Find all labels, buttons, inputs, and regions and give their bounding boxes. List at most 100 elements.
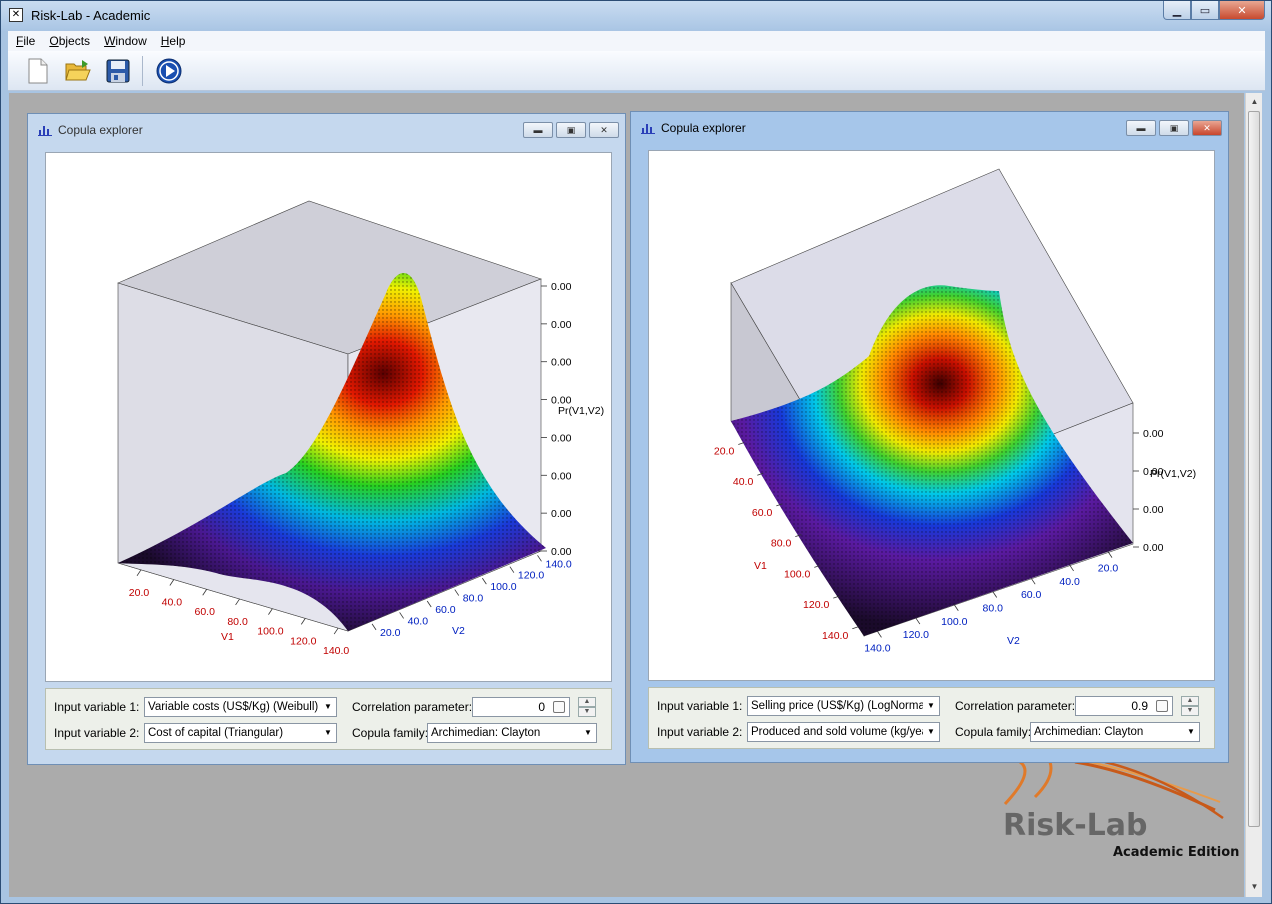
axis-tick [268,608,273,615]
surface-3d-chart[interactable]: 0.000.000.000.00Pr(V1,V2)20.040.060.080.… [649,151,1215,681]
spin-down-icon: ▼ [578,707,596,717]
minimize-icon[interactable]: ▬ [1126,120,1156,136]
correlation-parameter-label: Correlation parameter: [955,699,1076,713]
input-variable-1-label: Input variable 1: [657,699,743,713]
logo-edition: Academic Edition [1113,845,1240,860]
menu-help[interactable]: Help [161,34,186,48]
axis-tick [1030,577,1036,585]
chevron-down-icon: ▼ [320,724,336,742]
copula-family-select[interactable]: Archimedian: Clayton ▼ [1030,722,1200,742]
axis-tick [300,618,306,625]
checkbox-icon [553,701,565,713]
restore-icon[interactable]: ▣ [1159,120,1189,136]
z-tick-label: 0.00 [1143,504,1164,516]
vertical-scrollbar[interactable]: ▲ ▼ [1245,93,1262,897]
axis-tick [992,591,998,598]
input-variable-2-select[interactable]: Cost of capital (Triangular) ▼ [144,723,337,743]
axis-tick [202,589,208,596]
minimize-icon[interactable]: ▬ [523,122,553,138]
axis-tick [537,555,542,562]
open-folder-icon[interactable] [62,55,94,87]
x-tick-label: 20.0 [129,587,150,599]
maximize-button[interactable]: ▭ [1191,1,1219,20]
x-tick-label: 100.0 [257,626,283,638]
correlation-parameter-input[interactable]: 0.9 [1075,696,1173,716]
y-tick-label: 140.0 [864,642,890,654]
x-axis-label: V1 [754,560,767,572]
window-title: Copula explorer [661,121,746,135]
window-title: Copula explorer [58,123,143,137]
save-disk-icon[interactable] [102,55,134,87]
axis-tick [738,442,745,445]
z-tick-label: 0.00 [551,546,572,558]
x-tick-label: 120.0 [803,599,829,611]
input-variable-1-select[interactable]: Selling price (US$/Kg) (LogNormal) ▼ [747,696,940,716]
x-axis-label: V1 [221,631,234,643]
y-tick-label: 100.0 [490,581,516,593]
scroll-thumb[interactable] [1248,111,1260,827]
axis-tick [454,589,460,596]
y-tick-label: 40.0 [408,615,429,627]
axis-tick [1069,564,1074,572]
close-button[interactable]: ✕ [1219,1,1265,20]
spin-down-icon: ▼ [1181,706,1199,716]
correlation-spinner[interactable]: ▲ ▼ [1181,696,1199,716]
play-run-icon[interactable] [153,55,185,87]
menu-objects[interactable]: Objects [49,34,90,48]
y-tick-label: 120.0 [518,570,544,582]
logo-name: Risk-Lab [1003,808,1148,843]
x-tick-label: 20.0 [714,446,735,458]
window-title: Risk-Lab - Academic [31,8,151,23]
axis-tick [371,623,377,631]
correlation-parameter-input[interactable]: 0 [472,697,570,717]
x-tick-label: 60.0 [752,507,773,519]
new-document-icon[interactable] [22,55,54,87]
close-icon[interactable]: ✕ [1192,120,1222,136]
copula-family-select[interactable]: Archimedian: Clayton ▼ [427,723,597,743]
close-icon[interactable]: ✕ [589,122,619,138]
axis-tick [953,604,959,612]
y-tick-label: 60.0 [435,604,456,616]
menu-file[interactable]: File [16,34,35,48]
input-variable-2-label: Input variable 2: [657,725,743,739]
chevron-down-icon: ▼ [320,698,336,716]
y-tick-label: 120.0 [903,629,929,641]
y-tick-label: 20.0 [1098,563,1119,575]
copula-explorer-window-1: Copula explorer ▬ ▣ ✕ 0.00 0.00 0.00 0.0… [27,113,626,765]
toolbar-separator [142,55,143,86]
chevron-down-icon: ▼ [1183,723,1199,741]
axis-tick [852,626,859,630]
copula-family-label: Copula family: [352,726,429,740]
z-tick-label: 0.00 [551,281,572,293]
surface-plot[interactable]: 0.00 0.00 0.00 0.00 0.00 0.00 0.00 0.00 Pr(V1,V2… [45,152,612,682]
app-icon: ✕ [9,8,23,22]
axis-tick [915,617,921,625]
axis-tick [136,569,142,577]
z-tick-label: 0.00 [551,357,572,369]
x-tick-label: 40.0 [733,476,754,488]
menu-bar: File Objects Window Help [8,31,1265,51]
x-tick-label: 80.0 [227,616,248,628]
input-variable-2-label: Input variable 2: [54,726,140,740]
correlation-spinner[interactable]: ▲ ▼ [578,697,596,717]
surface-3d-chart[interactable]: 0.000.000.000.000.000.000.000.00Pr(V1,V2… [46,153,612,682]
x-tick-label: 80.0 [771,538,792,550]
chevron-down-icon: ▼ [923,697,939,715]
x-tick-label: 140.0 [323,645,349,657]
input-variable-2-select[interactable]: Produced and sold volume (kg/year ▼ [747,722,940,742]
scroll-up-icon[interactable]: ▲ [1246,93,1263,110]
axis-tick [235,598,240,606]
axis-tick [877,631,882,638]
chart-icon [38,126,52,136]
menu-window[interactable]: Window [104,34,147,48]
surface-plot[interactable]: 0.00 0.00 0.00 0.00 Pr(V1,V2) 20.0 40.0 60.0 80.… [648,150,1215,681]
restore-icon[interactable]: ▣ [556,122,586,138]
chevron-down-icon: ▼ [923,723,939,741]
axis-tick [1107,551,1113,558]
chart-icon [641,124,655,134]
input-variable-1-select[interactable]: Variable costs (US$/Kg) (Weibull) ▼ [144,697,337,717]
spin-up-icon: ▲ [578,697,596,707]
copula-explorer-window-2: Copula explorer ▬ ▣ ✕ 0.00 0.00 0.00 0.0… [630,111,1229,763]
scroll-down-icon[interactable]: ▼ [1246,878,1263,895]
minimize-button[interactable]: ▁ [1163,1,1191,20]
